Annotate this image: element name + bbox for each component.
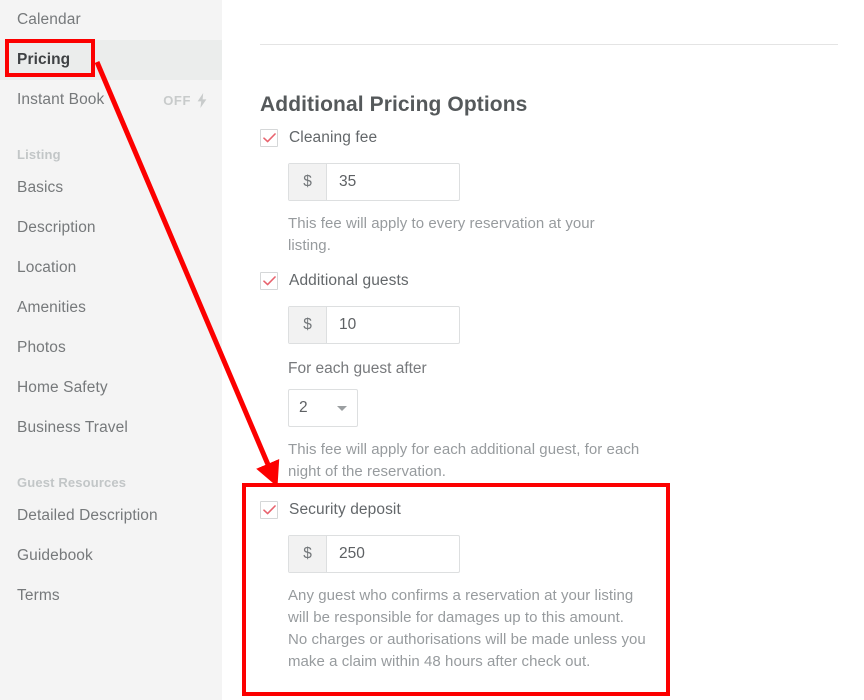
sidebar-item-label: Description	[17, 219, 96, 236]
cleaning-fee-input[interactable]: 35	[327, 164, 459, 200]
guest-after-select[interactable]: 2	[288, 389, 358, 427]
sidebar-item-basics[interactable]: Basics	[0, 168, 222, 208]
additional-guests-checkbox[interactable]	[260, 272, 278, 290]
guest-after-label: For each guest after	[288, 360, 427, 377]
sidebar-section-heading-listing: Listing	[17, 146, 61, 162]
sidebar-item-label: Calendar	[17, 11, 81, 28]
sidebar-item-label: Location	[17, 259, 77, 276]
additional-guests-input[interactable]: 10	[327, 307, 459, 343]
option-security-deposit: Security deposit $ 250 Any guest who con…	[260, 499, 646, 688]
main-content: Additional Pricing Options Cleaning fee …	[222, 0, 864, 700]
instant-book-status-label: OFF	[163, 92, 191, 108]
page-title: Additional Pricing Options	[260, 93, 528, 117]
sidebar-item-location[interactable]: Location	[0, 248, 222, 288]
cleaning-fee-help-text: This fee will apply to every reservation…	[288, 215, 595, 254]
option-header: Cleaning fee	[260, 127, 628, 149]
check-icon	[262, 276, 276, 286]
sidebar-item-home-safety[interactable]: Home Safety	[0, 368, 222, 408]
security-deposit-checkbox[interactable]	[260, 501, 278, 519]
sidebar-item-label: Terms	[17, 587, 60, 604]
sidebar-item-guidebook[interactable]: Guidebook	[0, 536, 222, 576]
sidebar-item-instant-book[interactable]: Instant Book OFF	[0, 80, 222, 120]
additional-guests-help-text: This fee will apply for each additional …	[288, 441, 640, 480]
cleaning-fee-input-group[interactable]: $ 35	[288, 163, 460, 201]
security-deposit-input[interactable]: 250	[327, 536, 459, 572]
sidebar-item-label: Amenities	[17, 299, 86, 316]
cleaning-fee-label: Cleaning fee	[289, 129, 378, 146]
additional-guests-label: Additional guests	[289, 272, 409, 289]
additional-guests-input-group[interactable]: $ 10	[288, 306, 460, 344]
option-header: Additional guests	[260, 270, 640, 292]
sidebar-item-amenities[interactable]: Amenities	[0, 288, 222, 328]
sidebar-item-label: Pricing	[17, 51, 71, 68]
cleaning-fee-checkbox[interactable]	[260, 129, 278, 147]
sidebar-item-terms[interactable]: Terms	[0, 576, 222, 616]
option-additional-guests: Additional guests $ 10 For each guest af…	[260, 270, 640, 498]
guest-after-select-value: 2	[299, 399, 308, 416]
security-deposit-help-text: Any guest who confirms a reservation at …	[288, 587, 646, 670]
sidebar-item-detailed-description[interactable]: Detailed Description	[0, 496, 222, 536]
sidebar-item-photos[interactable]: Photos	[0, 328, 222, 368]
security-deposit-label: Security deposit	[289, 501, 401, 518]
instant-book-status: OFF	[163, 92, 208, 108]
bolt-icon	[196, 92, 208, 108]
sidebar-item-label: Detailed Description	[17, 507, 158, 524]
chevron-down-icon	[337, 405, 347, 411]
sidebar-item-label: Business Travel	[17, 419, 128, 436]
check-icon	[262, 505, 276, 515]
currency-prefix: $	[289, 307, 327, 343]
sidebar-item-label: Guidebook	[17, 547, 93, 564]
sidebar-item-description[interactable]: Description	[0, 208, 222, 248]
check-icon	[262, 133, 276, 143]
sidebar-item-label: Basics	[17, 179, 64, 196]
sidebar-section-heading-guest-resources: Guest Resources	[17, 474, 127, 490]
sidebar-item-business-travel[interactable]: Business Travel	[0, 408, 222, 448]
sidebar-item-label: Home Safety	[17, 379, 108, 396]
security-deposit-input-group[interactable]: $ 250	[288, 535, 460, 573]
sidebar-item-label: Instant Book	[17, 91, 105, 108]
pricing-settings-screen: Calendar Pricing Instant Book OFF Listin…	[0, 0, 864, 700]
currency-prefix: $	[289, 164, 327, 200]
option-header: Security deposit	[260, 499, 646, 521]
sidebar-item-calendar[interactable]: Calendar	[0, 0, 222, 40]
currency-prefix: $	[289, 536, 327, 572]
option-cleaning-fee: Cleaning fee $ 35 This fee will apply to…	[260, 127, 628, 272]
sidebar-item-label: Photos	[17, 339, 66, 356]
section-divider	[260, 44, 838, 45]
sidebar-item-pricing[interactable]: Pricing	[0, 40, 222, 80]
sidebar-navigation: Calendar Pricing Instant Book OFF Listin…	[0, 0, 222, 700]
